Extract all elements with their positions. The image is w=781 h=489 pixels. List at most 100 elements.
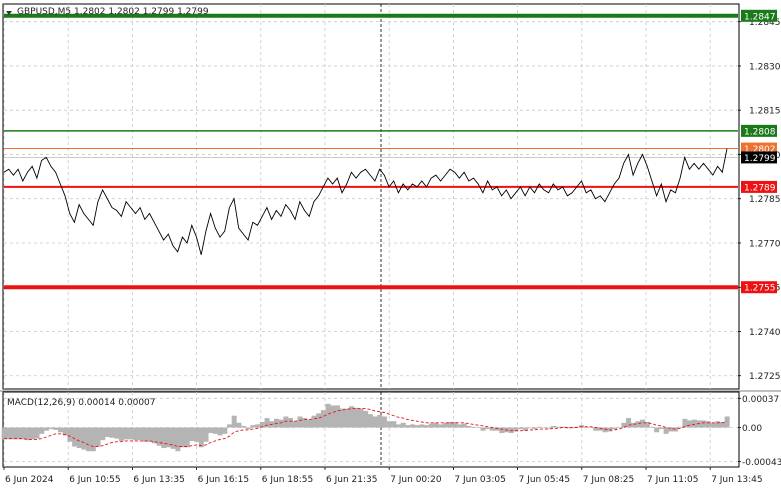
macd-bar (583, 427, 589, 429)
macd-bar (461, 423, 467, 428)
macd-bar (104, 427, 110, 437)
macd-bar (241, 425, 247, 428)
macd-bar (381, 416, 387, 428)
tag-label: 1.2789 (744, 183, 776, 193)
macd-bar (442, 422, 448, 428)
macd-label: MACD(12,26,9) 0.00014 0.00007 (7, 398, 156, 408)
time-tick-label: 6 Jun 21:35 (326, 475, 377, 485)
macd-bar (198, 427, 204, 448)
macd-bar (400, 422, 406, 428)
time-tick-label: 6 Jun 13:35 (133, 475, 184, 485)
macd-bar (546, 427, 552, 429)
macd-bar (663, 427, 669, 434)
price-tick-label: 1.2770 (749, 239, 781, 249)
macd-bar (518, 427, 524, 430)
macd-bar (316, 413, 322, 428)
macd-bar (1, 427, 7, 440)
price-tick-label: 1.2830 (749, 62, 781, 72)
macd-bar (424, 425, 430, 428)
chart-canvas[interactable]: 1.28451.28301.28151.28001.27851.27701.27… (0, 0, 781, 489)
macd-bar (231, 415, 237, 428)
macd-bar (57, 427, 63, 433)
macd-bar (39, 427, 45, 434)
macd-bar (100, 427, 106, 441)
macd-bar (396, 424, 402, 428)
macd-bar (611, 427, 617, 430)
macd-bar (72, 427, 78, 447)
macd-bar (687, 420, 693, 428)
macd-bar (527, 427, 533, 429)
macd-tick-label: 0.00037 (742, 395, 779, 405)
price-tick-label: 1.2740 (749, 328, 781, 338)
macd-bar (588, 427, 594, 429)
time-tick-label: 7 Jun 08:25 (583, 475, 634, 485)
macd-bar (283, 416, 289, 428)
macd-bar (499, 427, 505, 434)
macd-bar (184, 427, 190, 448)
macd-bar (25, 427, 31, 441)
price-tick-label: 1.2815 (749, 107, 781, 117)
macd-bar (635, 421, 641, 428)
tag-level-1-2847: 1.2847 (741, 9, 777, 22)
macd-bar (414, 425, 420, 428)
macd-bar (86, 427, 92, 452)
macd-bar (212, 427, 218, 434)
macd-tick-label: -0.00043 (742, 458, 781, 468)
macd-bar (391, 421, 397, 428)
macd-bar (278, 419, 284, 428)
macd-bar (377, 414, 383, 428)
macd-bar (227, 424, 232, 428)
macd-bar (691, 419, 697, 428)
symbol-header: GBPUSD,M5 1.2802 1.2802 1.2799 1.2799 (6, 7, 209, 17)
macd-bar (119, 427, 125, 441)
time-tick-label: 7 Jun 00:20 (390, 475, 442, 485)
macd-bar (76, 427, 82, 449)
price-tick-label: 1.2785 (749, 195, 781, 205)
tag-label: 1.2755 (744, 284, 776, 294)
macd-bar (137, 427, 143, 441)
tag-label: 1.2808 (744, 127, 776, 137)
macd-bar (480, 427, 486, 431)
macd-bar (428, 423, 434, 428)
macd-bar (34, 427, 40, 439)
macd-bar (654, 427, 660, 433)
time-tick-label: 6 Jun 10:55 (69, 475, 120, 485)
macd-bar (90, 427, 96, 452)
macd-bar (288, 418, 294, 428)
time-tick-label: 6 Jun 16:15 (198, 475, 249, 485)
macd-bar (114, 427, 120, 439)
macd-bar (372, 416, 378, 428)
macd-bar (640, 419, 646, 428)
time-tick-label: 7 Jun 13:45 (711, 475, 762, 485)
macd-bar (53, 427, 59, 430)
macd-bar (133, 427, 139, 441)
macd-bar (658, 427, 664, 430)
time-axis: 6 Jun 2024 6 Jun 10:55 6 Jun 13:35 6 Jun 16… (3, 467, 763, 485)
macd-bar (320, 410, 326, 428)
macd-bar (161, 427, 167, 449)
macd-bar (147, 427, 153, 442)
time-tick-label: 7 Jun 11:05 (647, 475, 698, 485)
macd-bar (297, 416, 303, 428)
macd-tick-label: 0.00 (742, 424, 762, 434)
macd-bar (405, 425, 411, 428)
macd-bar (457, 424, 463, 428)
macd-bar (330, 405, 336, 428)
macd-bar (536, 426, 542, 428)
macd-bar (550, 425, 556, 428)
macd-bar (724, 416, 730, 428)
macd-bar (349, 406, 355, 428)
macd-bar (616, 427, 622, 429)
time-tick-label: 7 Jun 05:45 (519, 475, 570, 485)
macd-bar (489, 427, 495, 431)
macd-bar (555, 426, 561, 428)
macd-bar (367, 414, 373, 428)
macd-bar (245, 427, 251, 430)
macd-bar (292, 421, 298, 428)
macd-bar (236, 422, 242, 428)
tag-label: 1.2847 (744, 12, 776, 22)
time-tick-label: 6 Jun 2024 (5, 475, 54, 485)
macd-bar (48, 427, 54, 430)
tag-label: 1.2799 (744, 154, 776, 164)
macd-bar (677, 426, 683, 428)
